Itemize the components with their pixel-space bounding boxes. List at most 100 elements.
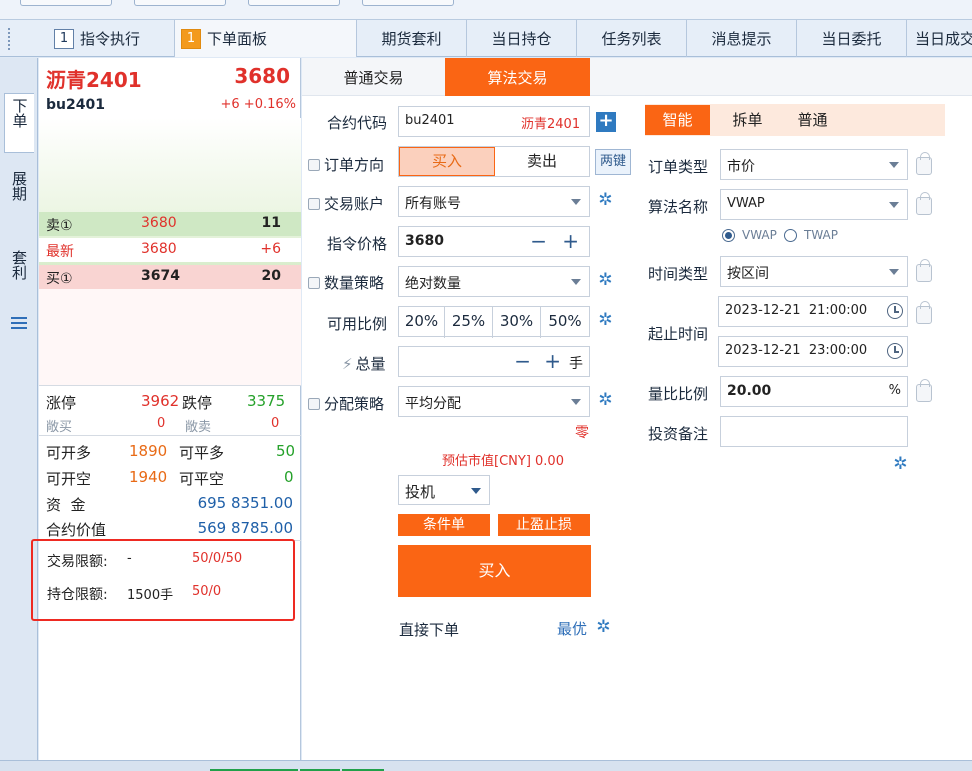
qty-strategy-select[interactable]: 绝对数量 xyxy=(398,266,590,297)
tab-orders[interactable]: 当日委托 xyxy=(797,20,907,57)
side-tab-label: 展期 xyxy=(10,171,28,201)
tab-trades[interactable]: 当日成交 xyxy=(907,20,972,57)
algo-settings-gear-icon[interactable]: ✲ xyxy=(892,456,909,473)
tab-algo-trade[interactable]: 算法交易 xyxy=(445,58,590,96)
toolbar-button[interactable] xyxy=(134,0,226,6)
ask-row[interactable]: 卖① 3680 11 xyxy=(39,212,301,236)
remark-input[interactable] xyxy=(720,416,908,447)
price-input[interactable]: 3680 − + xyxy=(398,226,590,257)
alloc-settings-gear-icon[interactable]: ✲ xyxy=(597,392,614,409)
alloc-value: 平均分配 xyxy=(405,396,461,412)
hedge-flag-select[interactable]: 投机 xyxy=(398,475,490,505)
ask-volume: 11 xyxy=(261,215,281,231)
bid-row[interactable]: 买① 3674 20 xyxy=(39,265,301,289)
contract-input[interactable]: bu2401 沥青2401 xyxy=(398,106,590,137)
price-minus-button[interactable]: − xyxy=(530,229,547,253)
limit-up-price[interactable]: 3962 xyxy=(141,392,179,410)
ratio-settings-gear-icon[interactable]: ✲ xyxy=(597,312,614,329)
latest-row[interactable]: 最新 3680 +6 xyxy=(39,238,301,262)
best-price-link[interactable]: 最优 xyxy=(557,618,587,639)
mode-normal-button[interactable]: 普通 xyxy=(785,105,840,135)
chevron-down-icon xyxy=(571,279,581,285)
end-time-input[interactable]: 2023-12-21 23:00:00 xyxy=(718,336,908,367)
side-tab-arbitrage[interactable]: 套利 xyxy=(4,250,34,300)
alloc-select[interactable]: 平均分配 xyxy=(398,386,590,417)
clock-icon[interactable] xyxy=(887,343,903,359)
lock-icon[interactable] xyxy=(916,192,932,215)
zero-odd-lot-text: 零 xyxy=(575,425,589,441)
checkbox-icon[interactable] xyxy=(308,277,320,289)
account-block: 可开多 1890 可平多 50 可开空 1940 可平空 0 资 金 695 8… xyxy=(39,435,301,540)
tab-task-list[interactable]: 任务列表 xyxy=(577,20,687,57)
menu-icon[interactable] xyxy=(4,316,34,336)
side-tab-rollover[interactable]: 展期 xyxy=(4,171,34,221)
ratio-50-button[interactable]: 50% xyxy=(541,307,589,338)
direction-label-text: 订单方向 xyxy=(324,156,385,174)
price-change: +6 +0.16% xyxy=(220,97,297,112)
qty-settings-gear-icon[interactable]: ✲ xyxy=(597,272,614,289)
latest-change: +6 xyxy=(260,241,281,257)
contract-name: 沥青2401 xyxy=(46,68,142,92)
drag-grip-icon[interactable] xyxy=(8,28,14,50)
open-buy-label: 敞买 xyxy=(46,420,73,435)
radio-vwap[interactable] xyxy=(722,229,735,242)
toolbar-button[interactable] xyxy=(248,0,340,6)
lock-icon[interactable] xyxy=(916,301,932,324)
clock-icon[interactable] xyxy=(887,303,903,319)
checkbox-icon[interactable] xyxy=(308,198,320,210)
mode-smart-button[interactable]: 智能 xyxy=(645,105,710,135)
vol-ratio-unit: % xyxy=(888,383,901,398)
start-time-input[interactable]: 2023-12-21 21:00:00 xyxy=(718,296,908,327)
tab-positions[interactable]: 当日持仓 xyxy=(467,20,577,57)
ratio-25-button[interactable]: 25% xyxy=(445,307,493,338)
side-tab-order[interactable]: 下单 xyxy=(4,93,34,153)
tab-futures-arbitrage[interactable]: 期货套利 xyxy=(357,20,467,57)
toolbar-button[interactable] xyxy=(362,0,454,6)
side-tab-column: 下单 展期 套利 xyxy=(0,58,38,771)
lock-icon[interactable] xyxy=(916,259,932,282)
checkbox-icon[interactable] xyxy=(308,159,320,171)
total-qty-input[interactable]: − + 手 xyxy=(398,346,590,377)
account-select[interactable]: 所有账号 xyxy=(398,186,590,217)
two-key-button[interactable]: 两键 xyxy=(595,149,631,175)
tab-normal-trade[interactable]: 普通交易 xyxy=(302,58,445,96)
tab-order-panel[interactable]: 1 下单面板 xyxy=(175,20,357,57)
order-type-select[interactable]: 市价 xyxy=(720,149,908,180)
ratio-20-button[interactable]: 20% xyxy=(399,307,445,338)
conditional-order-button[interactable]: 条件单 xyxy=(398,514,490,536)
account-settings-gear-icon[interactable]: ✲ xyxy=(597,192,614,209)
limit-down-price[interactable]: 3375 xyxy=(247,392,285,410)
account-label-text: 交易账户 xyxy=(324,195,385,213)
can-open-long: 1890 xyxy=(129,442,168,460)
checkbox-icon[interactable] xyxy=(308,398,320,410)
mode-split-button[interactable]: 拆单 xyxy=(720,105,775,135)
qty-plus-button[interactable]: + xyxy=(544,349,561,373)
ratio-30-button[interactable]: 30% xyxy=(493,307,541,338)
sell-direction-button[interactable]: 卖出 xyxy=(495,147,589,176)
bottom-status-strip xyxy=(0,760,972,771)
quote-panel: 沥青2401 3680 bu2401 +6 +0.16% 卖① 3680 11 … xyxy=(39,58,301,760)
order-mode-tabs: 普通交易 算法交易 xyxy=(302,58,972,96)
can-close-long: 50 xyxy=(276,442,296,460)
tab-label: 消息提示 xyxy=(711,30,772,48)
submit-buy-button[interactable]: 买入 xyxy=(398,545,591,597)
tab-instruction-exec[interactable]: 1 指令执行 xyxy=(20,20,175,57)
buy-direction-button[interactable]: 买入 xyxy=(399,147,495,176)
toolbar-button[interactable] xyxy=(20,0,112,6)
price-plus-button[interactable]: + xyxy=(562,229,579,253)
algo-name-select[interactable]: VWAP xyxy=(720,189,908,220)
radio-twap[interactable] xyxy=(784,229,797,242)
tab-messages[interactable]: 消息提示 xyxy=(687,20,797,57)
time-type-label: 时间类型 xyxy=(648,265,709,283)
lock-icon[interactable] xyxy=(916,379,932,402)
radio-vwap-label: VWAP xyxy=(742,228,777,242)
stop-profit-loss-button[interactable]: 止盈止损 xyxy=(498,514,590,536)
lock-icon[interactable] xyxy=(916,152,932,175)
ask-price: 3680 xyxy=(141,215,177,231)
can-close-short: 0 xyxy=(284,468,294,486)
add-contract-button[interactable]: + xyxy=(596,112,616,132)
direct-order-gear-icon[interactable]: ✲ xyxy=(595,619,612,636)
vol-ratio-input[interactable]: 20.00 % xyxy=(720,376,908,407)
qty-minus-button[interactable]: − xyxy=(514,349,531,373)
time-type-select[interactable]: 按区间 xyxy=(720,256,908,287)
